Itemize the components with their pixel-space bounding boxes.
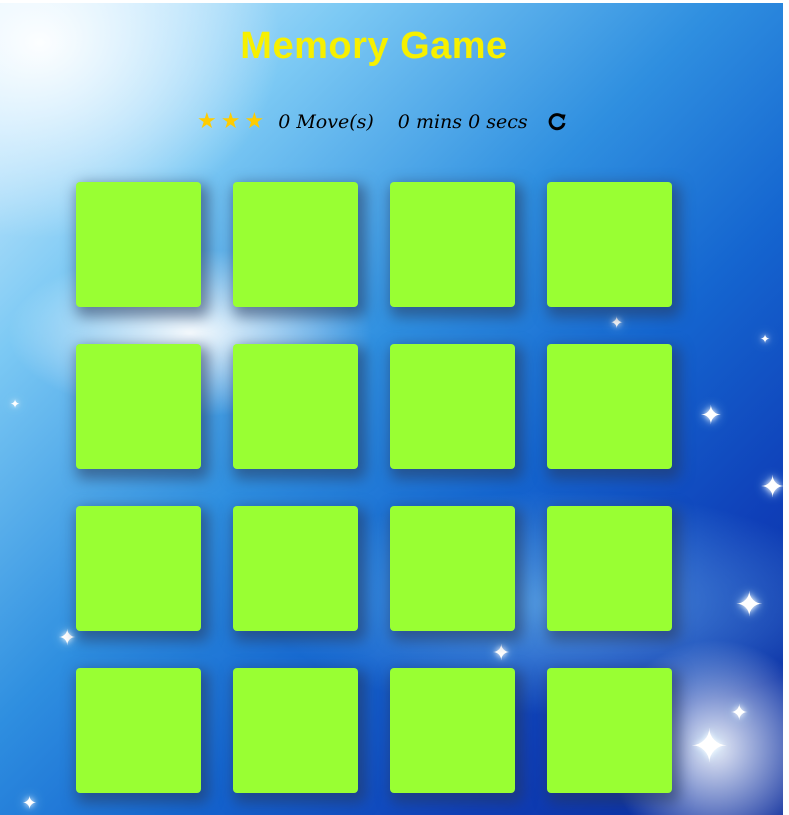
- restart-button[interactable]: [546, 111, 568, 133]
- moves-counter: 0 Move(s): [278, 111, 374, 133]
- memory-card[interactable]: [76, 668, 201, 793]
- memory-card[interactable]: [547, 344, 672, 469]
- score-panel: ★ ★ ★ 0 Move(s) 0 mins 0 secs: [197, 107, 568, 137]
- memory-card[interactable]: [233, 506, 358, 631]
- memory-card[interactable]: [76, 506, 201, 631]
- star-rating: ★ ★ ★: [197, 111, 264, 133]
- timer-minutes: 0: [397, 111, 410, 133]
- memory-card[interactable]: [233, 182, 358, 307]
- sparkle-decoration: ✦: [10, 397, 21, 411]
- memory-card[interactable]: [390, 182, 515, 307]
- timer-minutes-label: mins: [415, 111, 463, 133]
- star-icon: ★: [244, 109, 265, 134]
- sparkle-decoration: ✦: [22, 793, 38, 814]
- memory-card[interactable]: [390, 344, 515, 469]
- memory-card[interactable]: [390, 506, 515, 631]
- sparkle-decoration: ✦: [690, 719, 729, 773]
- sparkle-decoration: ✦: [760, 332, 771, 346]
- sparkle-decoration: ✦: [735, 585, 764, 625]
- star-icon: ★: [197, 109, 217, 134]
- star-icon: ★: [220, 109, 241, 134]
- memory-card[interactable]: [547, 668, 672, 793]
- memory-card[interactable]: [233, 668, 358, 793]
- memory-card[interactable]: [233, 344, 358, 469]
- moves-label: Move(s): [296, 111, 374, 133]
- timer-seconds-label: secs: [486, 111, 528, 133]
- timer: 0 mins 0 secs: [398, 111, 528, 133]
- sparkle-decoration: ✦: [700, 401, 722, 431]
- moves-count: 0: [278, 111, 291, 133]
- memory-card[interactable]: [547, 506, 672, 631]
- memory-card[interactable]: [390, 668, 515, 793]
- memory-card[interactable]: [76, 182, 201, 307]
- timer-seconds: 0: [468, 111, 481, 133]
- page-title: Memory Game: [240, 25, 508, 67]
- memory-card[interactable]: [547, 182, 672, 307]
- restart-icon: [548, 113, 566, 131]
- sparkle-decoration: ✦: [760, 470, 783, 505]
- memory-card[interactable]: [76, 344, 201, 469]
- game-background: ✦ ✦ ✦ ✦ ✦ ✦ ✦ ✦ ✦ ✦ ✦ Memory Game ★ ★ ★ …: [0, 3, 783, 815]
- sparkle-decoration: ✦: [730, 701, 749, 726]
- card-deck: [60, 166, 690, 815]
